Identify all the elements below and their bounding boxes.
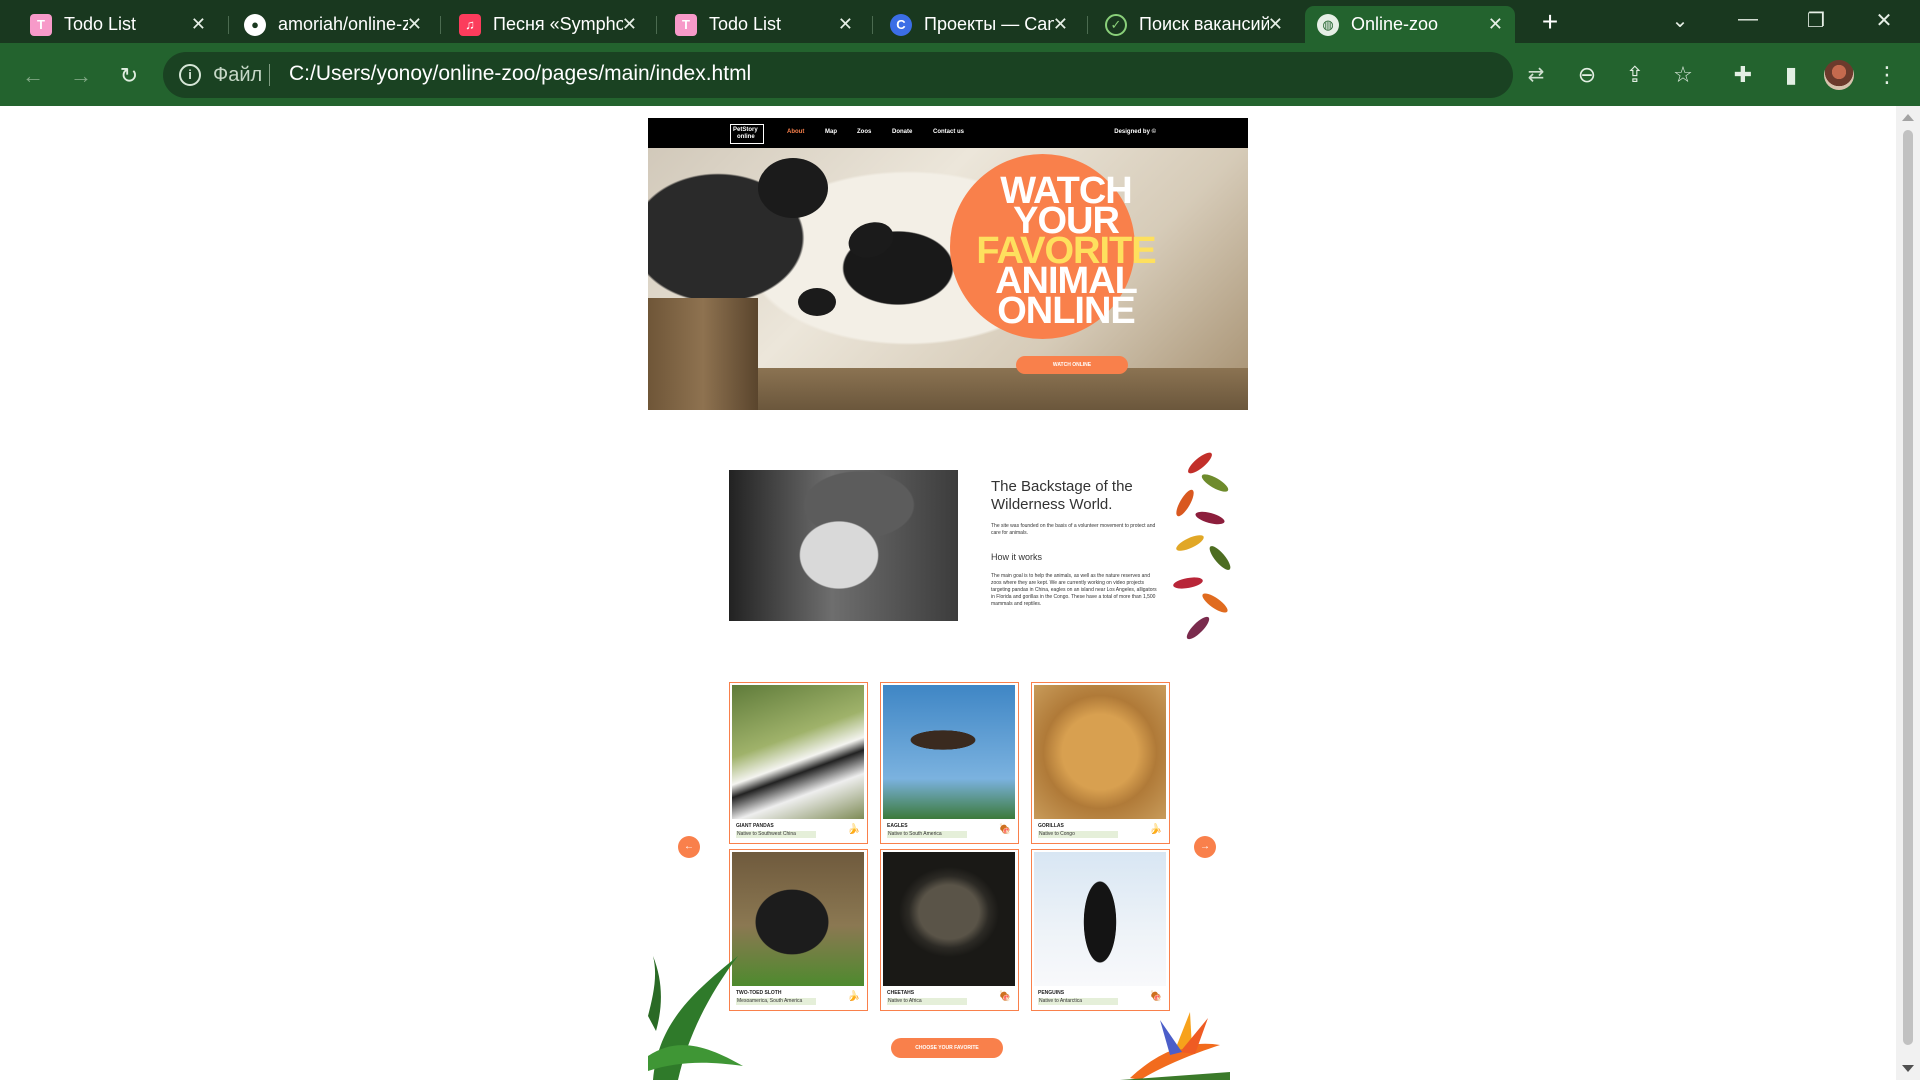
carousel-prev-arrow-icon[interactable]: ← xyxy=(678,836,700,858)
job-search-icon: ✓ xyxy=(1105,13,1127,36)
browser-toolbar: ← → ↻ i Файл C:/Users/yonoy/online-zoo/p… xyxy=(0,43,1920,106)
url-text[interactable]: C:/Users/yonoy/online-zoo/pages/main/ind… xyxy=(289,62,751,86)
scheme-label: Файл xyxy=(213,64,263,86)
pet-card-gorillas[interactable]: GORILLAS Native to Congo 🍌 xyxy=(1031,682,1170,844)
tab-online-zoo[interactable]: ◍ Online-zoo ✕ xyxy=(1305,6,1515,43)
globe-icon: ◍ xyxy=(1317,13,1339,36)
new-tab-button[interactable]: + xyxy=(1536,8,1564,36)
watch-online-button[interactable]: WATCH ONLINE xyxy=(1016,356,1128,374)
pet-image xyxy=(1034,685,1166,819)
tab-todo-list-1[interactable]: T Todo List ✕ xyxy=(18,6,218,43)
forward-arrow-icon[interactable]: → xyxy=(66,61,96,91)
pet-image xyxy=(732,852,864,986)
about-title: The Backstage of the Wilderness World. xyxy=(991,478,1133,513)
pet-image xyxy=(732,685,864,819)
site-logo[interactable]: PetStory online xyxy=(730,124,764,144)
github-icon: ● xyxy=(244,13,266,36)
banana-icon: 🍌 xyxy=(847,991,861,1002)
bookmark-star-icon[interactable]: ☆ xyxy=(1668,60,1698,90)
bird-of-paradise-flower xyxy=(1120,1012,1230,1080)
close-tab-icon[interactable]: ✕ xyxy=(407,14,422,35)
wood-plank xyxy=(758,368,1248,410)
choose-favorite-button[interactable]: CHOOSE YOUR FAVORITE xyxy=(891,1038,1003,1058)
about-subtitle: How it works xyxy=(991,552,1043,562)
panda-ear xyxy=(758,158,828,218)
panda-eye-patch xyxy=(843,216,899,264)
scroll-thumb[interactable] xyxy=(1903,130,1913,1045)
side-panel-icon[interactable]: ▮ xyxy=(1776,60,1806,90)
canva-icon: C xyxy=(890,13,912,36)
hero-title: WATCH YOUR FAVORITE ANIMAL ONLINE xyxy=(976,170,1156,332)
decorative-leaves xyxy=(1165,438,1240,648)
pet-card-sloth[interactable]: TWO-TOED SLOTH Mesoamerica, South Americ… xyxy=(729,849,868,1011)
tab-job-search[interactable]: ✓ Поиск вакансий ✕ xyxy=(1093,6,1295,43)
pet-card-penguins[interactable]: PENGUINS Native to Antarctica 🍖 xyxy=(1031,849,1170,1011)
pet-image xyxy=(1034,852,1166,986)
meat-icon: 🍖 xyxy=(1149,991,1163,1002)
pet-card-cheetahs[interactable]: CHEETAHS Native to Africa 🍖 xyxy=(880,849,1019,1011)
extensions-puzzle-icon[interactable]: ✚ xyxy=(1728,60,1758,90)
address-bar[interactable]: i Файл C:/Users/yonoy/online-zoo/pages/m… xyxy=(163,52,1544,98)
pet-image xyxy=(883,685,1015,819)
tab-search-chevron-icon[interactable]: ⌄ xyxy=(1660,8,1700,33)
nav-map[interactable]: Map xyxy=(825,129,837,135)
nav-contact-us[interactable]: Contact us xyxy=(933,129,964,135)
designed-by: Designed by © xyxy=(1114,129,1156,135)
page-scrollbar[interactable] xyxy=(1896,106,1920,1080)
restore-icon[interactable]: ❐ xyxy=(1796,8,1836,33)
todo-favicon-icon: T xyxy=(675,13,697,36)
pet-card-eagles[interactable]: EAGLES Native to South America 🍖 xyxy=(880,682,1019,844)
menu-kebab-icon[interactable]: ⋮ xyxy=(1872,60,1902,90)
close-tab-icon[interactable]: ✕ xyxy=(622,14,637,35)
close-tab-icon[interactable]: ✕ xyxy=(838,14,853,35)
meat-icon: 🍖 xyxy=(998,991,1012,1002)
about-photo xyxy=(729,470,958,621)
close-window-icon[interactable]: ✕ xyxy=(1864,8,1904,33)
tab-song[interactable]: ♫ Песня «Symphony» ✕ xyxy=(447,6,649,43)
tab-github[interactable]: ● amoriah/online-zoo ✕ xyxy=(232,6,434,43)
hero-section: PetStory online About Map Zoos Donate Co… xyxy=(648,118,1248,410)
panda-nose xyxy=(798,288,836,316)
close-tab-icon[interactable]: ✕ xyxy=(1268,14,1283,35)
tab-todo-list-2[interactable]: T Todo List ✕ xyxy=(663,6,865,43)
minimize-icon[interactable]: — xyxy=(1728,8,1768,31)
site-header: PetStory online About Map Zoos Donate Co… xyxy=(648,118,1248,148)
banana-icon: 🍌 xyxy=(847,824,861,835)
nav-about[interactable]: About xyxy=(787,129,804,135)
site-info-icon[interactable]: i xyxy=(179,64,201,86)
browser-tab-strip: T Todo List ✕ ● amoriah/online-zoo ✕ ♫ П… xyxy=(0,0,1920,43)
back-arrow-icon[interactable]: ← xyxy=(18,61,48,91)
scroll-down-arrow-icon[interactable] xyxy=(1902,1065,1914,1072)
pet-card-pandas[interactable]: GIANT PANDAS Native to Southwest China 🍌 xyxy=(729,682,868,844)
banana-icon: 🍌 xyxy=(1149,824,1163,835)
about-body: The main goal is to help the animals, as… xyxy=(991,573,1157,607)
page-viewport: PetStory online About Map Zoos Donate Co… xyxy=(0,106,1896,1080)
reload-icon[interactable]: ↻ xyxy=(114,61,144,91)
music-icon: ♫ xyxy=(459,13,481,36)
wood-log xyxy=(648,298,758,410)
pet-image xyxy=(883,852,1015,986)
tropical-plant-left xyxy=(648,956,743,1080)
nav-donate[interactable]: Donate xyxy=(892,129,912,135)
close-tab-icon[interactable]: ✕ xyxy=(191,14,206,35)
meat-icon: 🍖 xyxy=(998,824,1012,835)
close-tab-icon[interactable]: ✕ xyxy=(1053,14,1068,35)
todo-favicon-icon: T xyxy=(30,13,52,36)
translate-icon[interactable]: ⇄ xyxy=(1523,62,1549,88)
about-intro: The site was founded on the basis of a v… xyxy=(991,523,1156,536)
scroll-up-arrow-icon[interactable] xyxy=(1902,114,1914,121)
close-tab-icon[interactable]: ✕ xyxy=(1488,14,1503,35)
zoom-out-icon[interactable]: ⊖ xyxy=(1572,60,1602,90)
profile-avatar[interactable] xyxy=(1824,60,1854,90)
carousel-next-arrow-icon[interactable]: → xyxy=(1194,836,1216,858)
nav-zoos[interactable]: Zoos xyxy=(857,129,871,135)
tab-canva[interactable]: C Проекты — Canva ✕ xyxy=(878,6,1080,43)
share-icon[interactable]: ⇪ xyxy=(1620,60,1650,90)
